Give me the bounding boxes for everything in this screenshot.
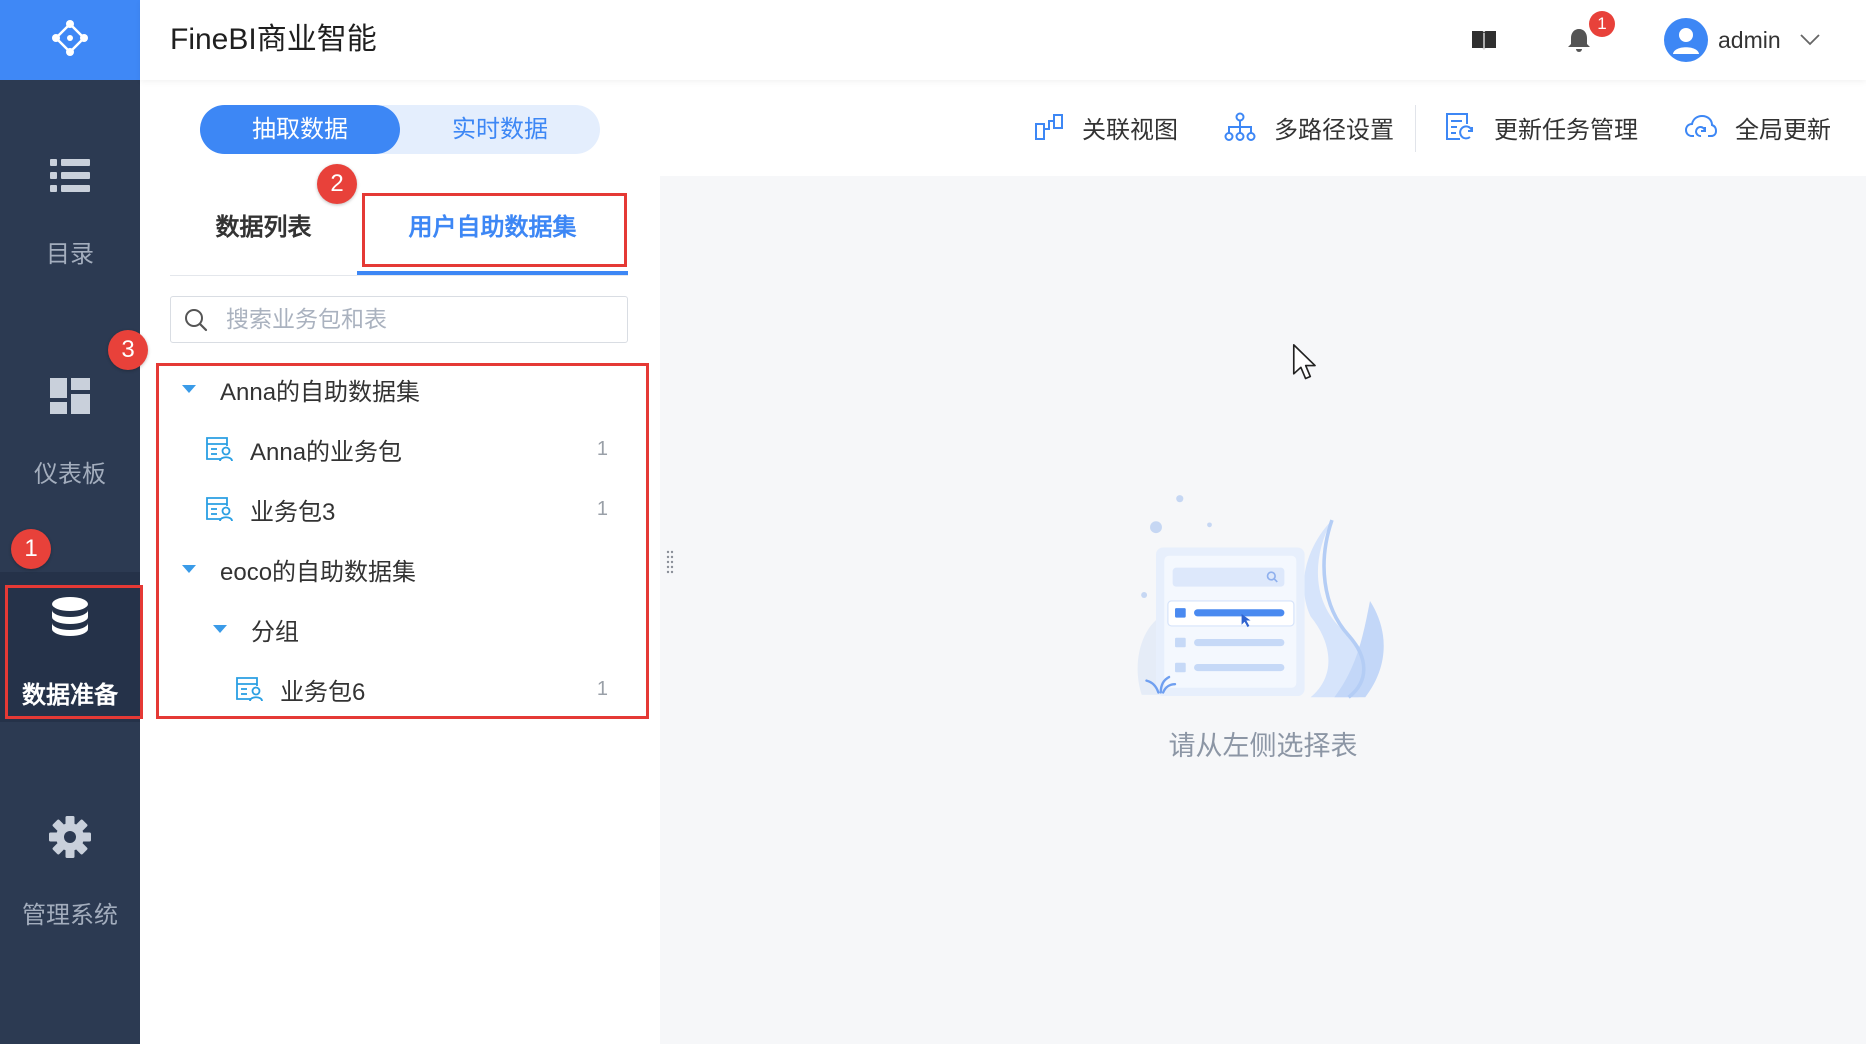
caret-down-icon[interactable] [180,384,198,394]
tree-node-label: 业务包3 [250,498,336,526]
search-input[interactable] [226,297,616,342]
tree-node-label: Anna的业务包 [250,438,403,466]
sidebar-item-label: 管理系统 [22,902,118,929]
multi-path-icon [1224,112,1256,142]
package-user-icon [205,496,233,522]
tab-data-list[interactable]: 数据列表 [170,200,357,255]
annotation-badge-2: 2 [317,164,357,204]
sidebar-item-catalog[interactable]: 目录 [0,131,140,281]
finebi-logo-icon [50,18,90,63]
bell-icon[interactable] [1567,0,1591,80]
tree-node-package[interactable]: Anna的业务包 1 [170,419,628,479]
global-update-button[interactable]: 全局更新 [1685,104,1831,150]
list-icon [50,156,90,196]
tree-node-group[interactable]: Anna的自助数据集 [170,359,628,419]
tree-node-package[interactable]: 业务包6 1 [170,659,628,719]
mode-toggle: 抽取数据 实时数据 [200,105,600,154]
tree-node-label: 分组 [251,618,299,646]
empty-table-illustration [1132,488,1394,707]
tab-user-self-service-dataset[interactable]: 用户自助数据集 [357,200,628,255]
dashboard-icon [50,376,90,416]
package-user-icon [205,436,233,462]
sidebar-item-label: 数据准备 [22,682,118,709]
tree-node-count: 1 [596,497,608,520]
search-box [170,296,628,343]
user-name[interactable]: admin [1718,0,1781,80]
toggle-extract-data[interactable]: 抽取数据 [200,105,400,154]
update-task-button[interactable]: 更新任务管理 [1444,104,1638,150]
sidebar: 目录 仪表板 数据准备 管理系统 [0,0,140,1044]
empty-state: 请从左侧选择表 [660,488,1866,762]
tree-node-subgroup[interactable]: 分组 [170,599,628,659]
sidebar-item-data-prep[interactable]: 数据准备 [0,572,140,722]
sidebar-item-admin[interactable]: 管理系统 [0,792,140,942]
chevron-down-icon[interactable] [1800,0,1820,80]
tree-node-count: 1 [596,437,608,460]
relation-view-button[interactable]: 关联视图 [1034,104,1178,150]
sidebar-item-label: 仪表板 [34,461,106,488]
update-task-icon [1444,112,1476,142]
toolbar-label: 全局更新 [1735,116,1831,144]
logo[interactable] [0,0,140,80]
gear-icon [49,816,91,858]
panel-resize-handle[interactable] [666,550,674,574]
content-area: 请从左侧选择表 [660,176,1866,1044]
tree-node-package[interactable]: 业务包3 1 [170,479,628,539]
annotation-badge-3: 3 [108,330,148,370]
cloud-refresh-icon [1685,114,1717,140]
toolbar-label: 更新任务管理 [1494,116,1638,144]
database-icon [51,597,89,637]
relation-view-icon [1034,113,1064,141]
notification-badge[interactable]: 1 [1589,11,1615,37]
multi-path-button[interactable]: 多路径设置 [1224,104,1394,150]
search-icon [184,308,208,337]
tree-node-label: 业务包6 [280,678,366,706]
toolbar-label: 关联视图 [1082,116,1178,144]
sidebar-item-dashboard[interactable]: 仪表板 [0,351,140,501]
sidebar-item-label: 目录 [46,241,94,268]
toggle-realtime-data[interactable]: 实时数据 [400,105,600,154]
empty-state-message: 请从左侧选择表 [1168,731,1358,761]
top-header: FineBI商业智能 1 admin [140,0,1866,80]
tree-node-label: Anna的自助数据集 [220,378,421,406]
toolbar-divider [1415,105,1416,152]
app-title: FineBI商业智能 [170,23,377,56]
mouse-cursor-icon [1292,343,1318,386]
active-tab-indicator [357,271,628,275]
toolbar-label: 多路径设置 [1274,116,1394,144]
caret-down-icon[interactable] [180,564,198,574]
tab-divider [170,275,628,276]
annotation-badge-1: 1 [11,529,51,569]
dataset-tree: Anna的自助数据集 Anna的业务包 1 业务包3 1 eoco的自助数据集 … [170,359,628,719]
tree-node-count: 1 [596,677,608,700]
user-avatar-icon[interactable] [1664,18,1708,62]
tree-node-label: eoco的自助数据集 [220,558,417,586]
tree-node-group[interactable]: eoco的自助数据集 [170,539,628,599]
book-icon[interactable] [1471,0,1497,80]
caret-down-icon[interactable] [211,624,229,634]
package-user-icon [235,676,263,702]
